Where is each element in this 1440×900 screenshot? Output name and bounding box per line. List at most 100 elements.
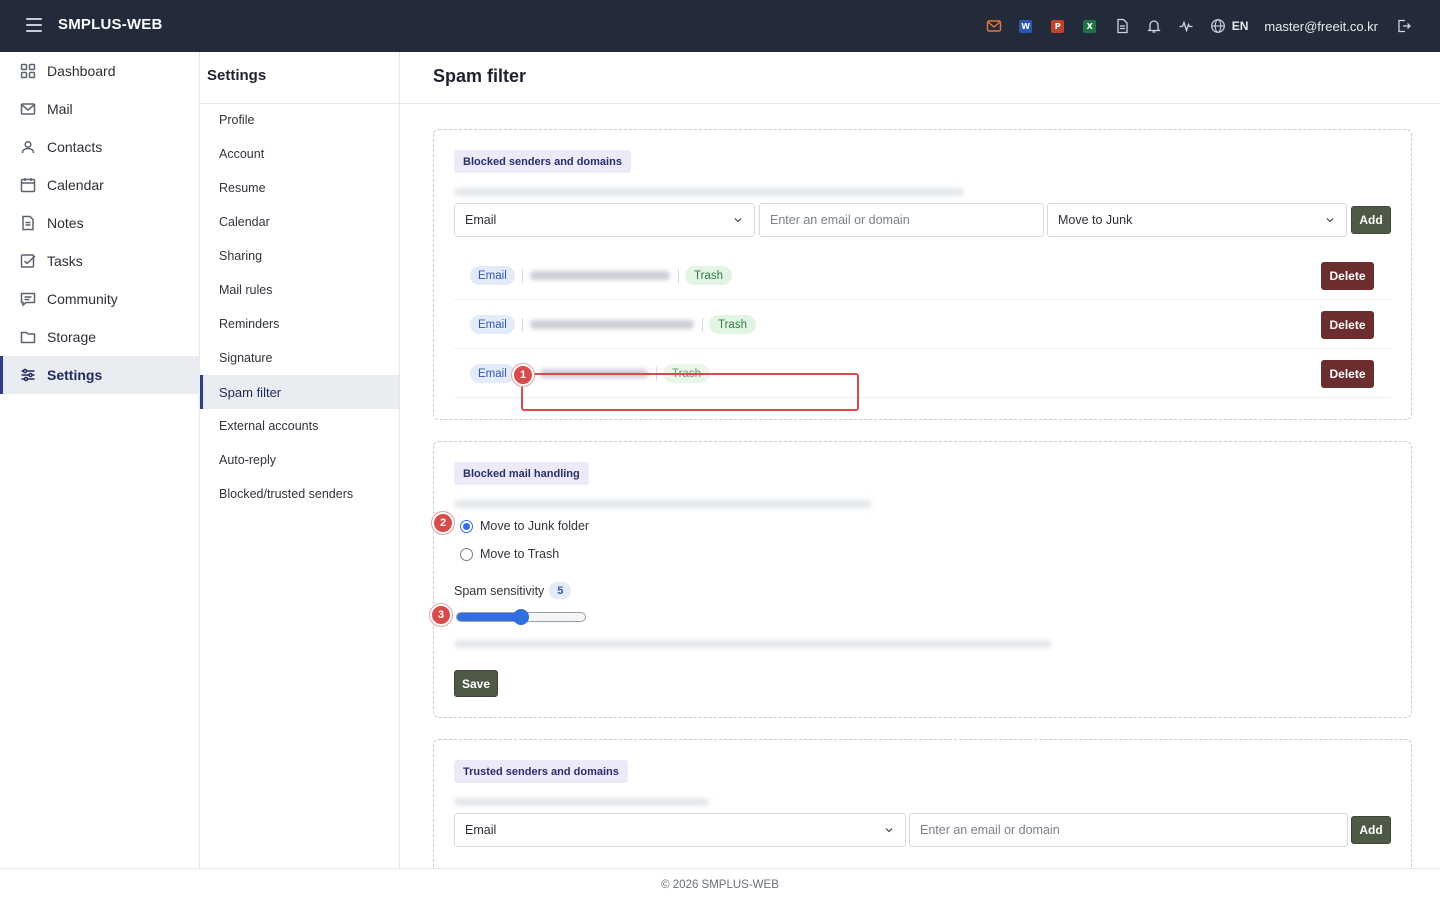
notes-icon bbox=[22, 215, 34, 231]
settings-item-resume[interactable]: Resume bbox=[200, 171, 399, 205]
bell-icon[interactable] bbox=[1146, 18, 1162, 34]
spam-sensitivity-slider[interactable] bbox=[456, 609, 586, 625]
section-description bbox=[454, 188, 964, 196]
rule-type-badge: Email bbox=[470, 266, 515, 285]
input-placeholder: Enter an email or domain bbox=[770, 213, 910, 227]
sidebar-item-label: Notes bbox=[47, 215, 84, 231]
slider-fill bbox=[457, 613, 521, 621]
section-title: Trusted senders and domains bbox=[454, 760, 628, 783]
header-toolbar: W P X EN master@freeit.co.kr bbox=[978, 0, 1440, 52]
sidebar-item-settings[interactable]: Settings bbox=[0, 356, 200, 394]
settings-item-spam-filter[interactable]: Spam filter bbox=[200, 375, 399, 409]
blurred-address bbox=[530, 271, 670, 280]
word-icon[interactable]: W bbox=[1018, 18, 1034, 34]
divider bbox=[400, 103, 1440, 104]
document-icon[interactable] bbox=[1114, 18, 1130, 34]
option-move-to-trash[interactable]: Move to Trash bbox=[460, 547, 559, 561]
radio-button[interactable] bbox=[460, 547, 473, 561]
section-title: Blocked mail handling bbox=[454, 462, 589, 485]
settings-item-signature[interactable]: Signature bbox=[200, 341, 399, 375]
tasks-icon bbox=[20, 254, 36, 268]
add-blocked-button[interactable]: Add bbox=[1351, 206, 1391, 234]
settings-nav-title: Settings bbox=[207, 67, 267, 84]
sidebar-item-mail[interactable]: Mail bbox=[0, 90, 200, 128]
globe-icon[interactable] bbox=[1210, 18, 1226, 34]
blocked-address-input[interactable]: Enter an email or domain bbox=[759, 203, 1044, 237]
settings-item-external-accounts[interactable]: External accounts bbox=[200, 409, 399, 443]
divider bbox=[702, 318, 703, 332]
annotation-marker-2: 2 bbox=[432, 512, 454, 534]
main-content: Spam filter Blocked senders and domains … bbox=[400, 52, 1440, 868]
sidebar-item-dashboard[interactable]: Dashboard bbox=[0, 52, 200, 90]
spam-sensitivity: Spam sensitivity 5 bbox=[454, 582, 572, 599]
language-selector[interactable]: EN bbox=[1232, 19, 1249, 33]
sidebar-item-calendar[interactable]: Calendar bbox=[0, 166, 200, 204]
powerpoint-icon[interactable]: P bbox=[1050, 18, 1066, 34]
sidebar-item-label: Mail bbox=[47, 101, 73, 117]
option-label: Move to Junk folder bbox=[480, 519, 590, 533]
settings-item-profile[interactable]: Profile bbox=[200, 103, 399, 137]
annotation-box bbox=[521, 373, 859, 411]
save-button[interactable]: Save bbox=[454, 670, 498, 697]
settings-item-calendar[interactable]: Calendar bbox=[200, 205, 399, 239]
annotation-marker-3: 3 bbox=[430, 604, 452, 626]
section-description bbox=[454, 798, 709, 806]
mail-icon[interactable] bbox=[986, 18, 1002, 34]
app-title[interactable]: SMPLUS-WEB bbox=[58, 16, 163, 33]
sidebar-item-notes[interactable]: Notes bbox=[0, 204, 200, 242]
settings-item-mail-rules[interactable]: Mail rules bbox=[200, 273, 399, 307]
rule-action-badge: Trash bbox=[709, 315, 756, 334]
settings-item-auto-reply[interactable]: Auto-reply bbox=[200, 443, 399, 477]
rule-action-badge: Trash bbox=[685, 266, 732, 285]
select-value: Move to Junk bbox=[1058, 213, 1133, 227]
page-title: Spam filter bbox=[433, 66, 527, 86]
sidebar-item-contacts[interactable]: Contacts bbox=[0, 128, 200, 166]
settings-item-blocked-trusted-senders[interactable]: Blocked/trusted senders bbox=[200, 477, 399, 511]
trusted-address-input[interactable]: Enter an email or domain bbox=[909, 813, 1348, 847]
trusted-type-select[interactable]: Email bbox=[454, 813, 906, 847]
slider-handle[interactable] bbox=[513, 609, 529, 625]
settings-item-account[interactable]: Account bbox=[200, 137, 399, 171]
delete-rule-button[interactable]: Delete bbox=[1321, 262, 1374, 290]
blocked-rule-row: Email Trash Delete bbox=[454, 300, 1391, 349]
delete-rule-button[interactable]: Delete bbox=[1321, 360, 1374, 388]
input-placeholder: Enter an email or domain bbox=[920, 823, 1060, 837]
sidebar-item-label: Storage bbox=[47, 329, 97, 345]
settings-item-sharing[interactable]: Sharing bbox=[200, 239, 399, 273]
option-move-to-junk[interactable]: Move to Junk folder bbox=[460, 519, 589, 533]
folder-icon bbox=[20, 331, 36, 344]
rule-type-badge: Email bbox=[470, 315, 515, 334]
settings-sliders-icon bbox=[21, 368, 35, 382]
top-bar: SMPLUS-WEB W P X EN master@freeit.co.kr bbox=[0, 0, 1440, 52]
settings-item-reminders[interactable]: Reminders bbox=[200, 307, 399, 341]
blocked-action-select[interactable]: Move to Junk bbox=[1047, 203, 1347, 237]
blurred-address bbox=[530, 320, 694, 329]
blocked-type-select[interactable]: Email bbox=[454, 203, 755, 237]
slider-description bbox=[454, 640, 1052, 648]
sidebar-item-label: Contacts bbox=[47, 139, 103, 155]
sidebar-item-label: Settings bbox=[47, 367, 103, 383]
sidebar-item-storage[interactable]: Storage bbox=[0, 318, 200, 356]
logout-icon[interactable] bbox=[1396, 18, 1412, 34]
annotation-marker-1: 1 bbox=[512, 364, 534, 386]
delete-rule-button[interactable]: Delete bbox=[1321, 311, 1374, 339]
sidebar-item-community[interactable]: Community bbox=[0, 280, 200, 318]
sensitivity-label: Spam sensitivity bbox=[454, 583, 545, 598]
user-email[interactable]: master@freeit.co.kr bbox=[1264, 19, 1378, 34]
divider bbox=[678, 269, 679, 283]
community-icon bbox=[20, 292, 36, 307]
divider bbox=[522, 269, 523, 283]
activity-icon[interactable] bbox=[1178, 18, 1194, 34]
chevron-down-icon bbox=[734, 218, 742, 223]
sidebar-item-tasks[interactable]: Tasks bbox=[0, 242, 200, 280]
footer: © 2026 SMPLUS-WEB bbox=[0, 868, 1440, 900]
add-trusted-button[interactable]: Add bbox=[1351, 816, 1391, 844]
option-label: Move to Trash bbox=[480, 547, 560, 561]
chevron-down-icon bbox=[885, 828, 893, 833]
menu-icon[interactable] bbox=[26, 18, 42, 32]
divider bbox=[522, 318, 523, 332]
radio-button[interactable] bbox=[460, 519, 473, 533]
excel-icon[interactable]: X bbox=[1082, 18, 1098, 34]
contacts-icon bbox=[21, 140, 35, 154]
grid-icon bbox=[20, 63, 36, 79]
